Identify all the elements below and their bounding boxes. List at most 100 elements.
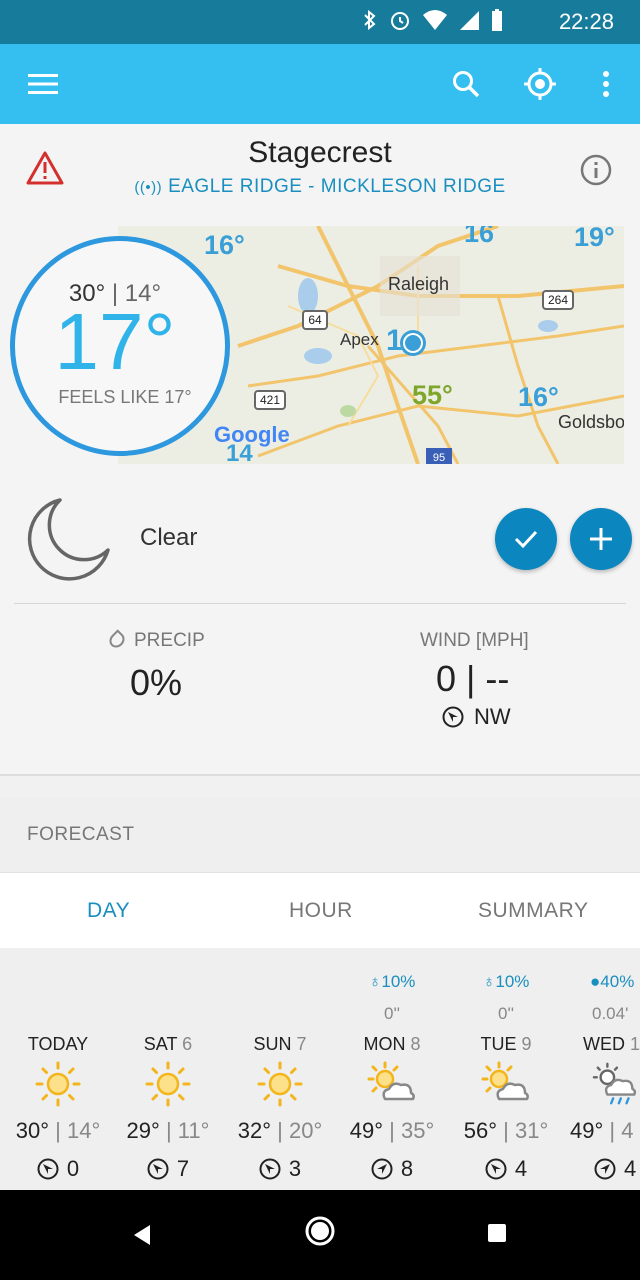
forecast-title: FORECAST <box>27 824 135 845</box>
raindrop-icon: ♁ <box>482 972 496 991</box>
day-temps: 49° | 35° <box>349 1118 435 1143</box>
precip-label: PRECIP <box>134 630 205 651</box>
day-name: MON 8 <box>363 1034 421 1054</box>
wind-direction-icon <box>37 1158 59 1180</box>
battery-icon <box>492 9 502 31</box>
day-precip: ♁10% <box>368 972 416 991</box>
sun-icon <box>222 1058 338 1110</box>
day-wind: 4 <box>448 1148 564 1184</box>
raindrop-icon <box>106 629 128 651</box>
day-precip: ♁10% <box>482 972 530 991</box>
map-label-apex: Apex <box>340 330 379 349</box>
partly-cloudy-icon <box>448 1058 564 1110</box>
info-button[interactable] <box>580 154 612 186</box>
status-time: 22:28 <box>558 9 614 34</box>
wind-direction-icon <box>594 1158 616 1180</box>
forecast-day[interactable]: SAT 6 29° | 11° 7 <box>110 972 226 1184</box>
home-button[interactable] <box>303 1214 337 1248</box>
back-button[interactable] <box>128 1220 158 1250</box>
wind-direction-icon <box>485 1158 507 1180</box>
day-temps: 49° | 4 <box>570 1118 634 1143</box>
day-temps: 29° | 11° <box>126 1118 210 1143</box>
forecast-day[interactable]: ♁10% 0'' TUE 9 56° | 31° 4 <box>448 972 564 1184</box>
signal-icon <box>460 11 479 30</box>
day-wind: 7 <box>110 1148 226 1184</box>
route-shield-421: 421 <box>254 390 286 410</box>
precip-value: 0% <box>130 662 183 703</box>
check-icon <box>514 530 538 549</box>
more-icon <box>603 71 609 97</box>
precip-label-row: PRECIP <box>106 629 205 652</box>
forecast-day[interactable]: SUN 7 32° | 20° 3 <box>222 972 338 1184</box>
day-wind: 4 <box>560 1148 640 1184</box>
day-amount: 0.04' <box>592 1004 629 1023</box>
wind-value: 0 | -- <box>436 658 510 699</box>
forecast-tabs: DAY HOUR SUMMARY <box>0 872 640 948</box>
map-temp-3: 19° <box>574 226 615 252</box>
map-label-goldsboro: Goldsbo <box>558 412 624 432</box>
feels-like: FEELS LIKE 17° <box>58 387 192 407</box>
recents-icon <box>488 1224 506 1242</box>
map-temp-1: 16° <box>204 230 245 260</box>
check-button[interactable] <box>495 508 557 570</box>
wind-label: WIND [MPH] <box>420 630 529 651</box>
map-temp-4: 55° <box>412 380 453 410</box>
station-selector[interactable]: ((•)) EAGLE RIDGE - MICKLESON RIDGE <box>0 176 640 198</box>
day-temps: 32° | 20° <box>237 1118 323 1143</box>
day-temps: 56° | 31° <box>463 1118 549 1143</box>
day-wind: 8 <box>334 1148 450 1184</box>
divider <box>14 603 626 604</box>
alarm-icon <box>391 12 409 30</box>
day-name: WED 1 <box>583 1034 640 1054</box>
forecast-day[interactable]: ♁10% 0'' MON 8 49° | 35° 8 <box>334 972 450 1184</box>
day-name: SAT 6 <box>143 1034 193 1054</box>
sun-icon <box>0 1058 116 1110</box>
google-logo: Google <box>214 422 290 447</box>
wind-direction-icon <box>259 1158 281 1180</box>
map-label-raleigh: Raleigh <box>388 274 450 294</box>
current-temp: 17° <box>54 297 176 386</box>
tab-hour[interactable]: HOUR <box>289 899 353 923</box>
day-temps: 30° | 14° <box>15 1118 101 1143</box>
day-amount <box>110 998 226 1030</box>
recents-button[interactable] <box>486 1222 508 1244</box>
day-name: TUE 9 <box>480 1034 532 1054</box>
day-amount: 0'' <box>498 1004 514 1023</box>
search-icon <box>453 71 480 98</box>
condition-label: Clear <box>140 524 198 551</box>
menu-icon <box>28 74 58 94</box>
rain-cloud-icon <box>560 1058 640 1110</box>
app-bar <box>0 44 640 124</box>
day-amount <box>0 998 116 1030</box>
raindrop-icon: ♁ <box>368 972 382 991</box>
day-amount: 0'' <box>384 1004 400 1023</box>
forecast-day[interactable]: ●40% 0.04' WED 1 49° | 4 4 <box>560 972 640 1184</box>
add-button[interactable] <box>570 508 632 570</box>
day-amount <box>222 998 338 1030</box>
wind-direction-icon <box>442 706 464 728</box>
day-name: TODAY <box>27 1034 89 1054</box>
tab-day[interactable]: DAY <box>87 899 130 923</box>
broadcast-icon: ((•)) <box>134 179 163 196</box>
day-wind: 0 <box>0 1148 116 1184</box>
wind-direction: NW <box>442 704 511 730</box>
search-button[interactable] <box>440 58 492 110</box>
day-precip <box>0 972 116 998</box>
locate-icon <box>524 68 556 100</box>
location-marker-icon <box>400 330 426 356</box>
info-icon <box>580 154 612 186</box>
wind-direction-label: NW <box>474 704 511 729</box>
bluetooth-icon <box>364 9 376 31</box>
locate-button[interactable] <box>514 58 566 110</box>
tab-summary[interactable]: SUMMARY <box>478 899 588 923</box>
day-precip <box>222 972 338 998</box>
route-shield-264: 264 <box>542 290 574 310</box>
status-bar: 22:28 <box>0 0 640 44</box>
moon-icon <box>20 494 112 586</box>
day-wind: 3 <box>222 1148 338 1184</box>
forecast-day[interactable]: TODAY 30° | 14° 0 <box>0 972 116 1184</box>
more-options-button[interactable] <box>580 58 632 110</box>
map-temp-2: 16 <box>464 226 495 248</box>
menu-button[interactable] <box>17 58 69 110</box>
plus-icon <box>590 528 612 550</box>
